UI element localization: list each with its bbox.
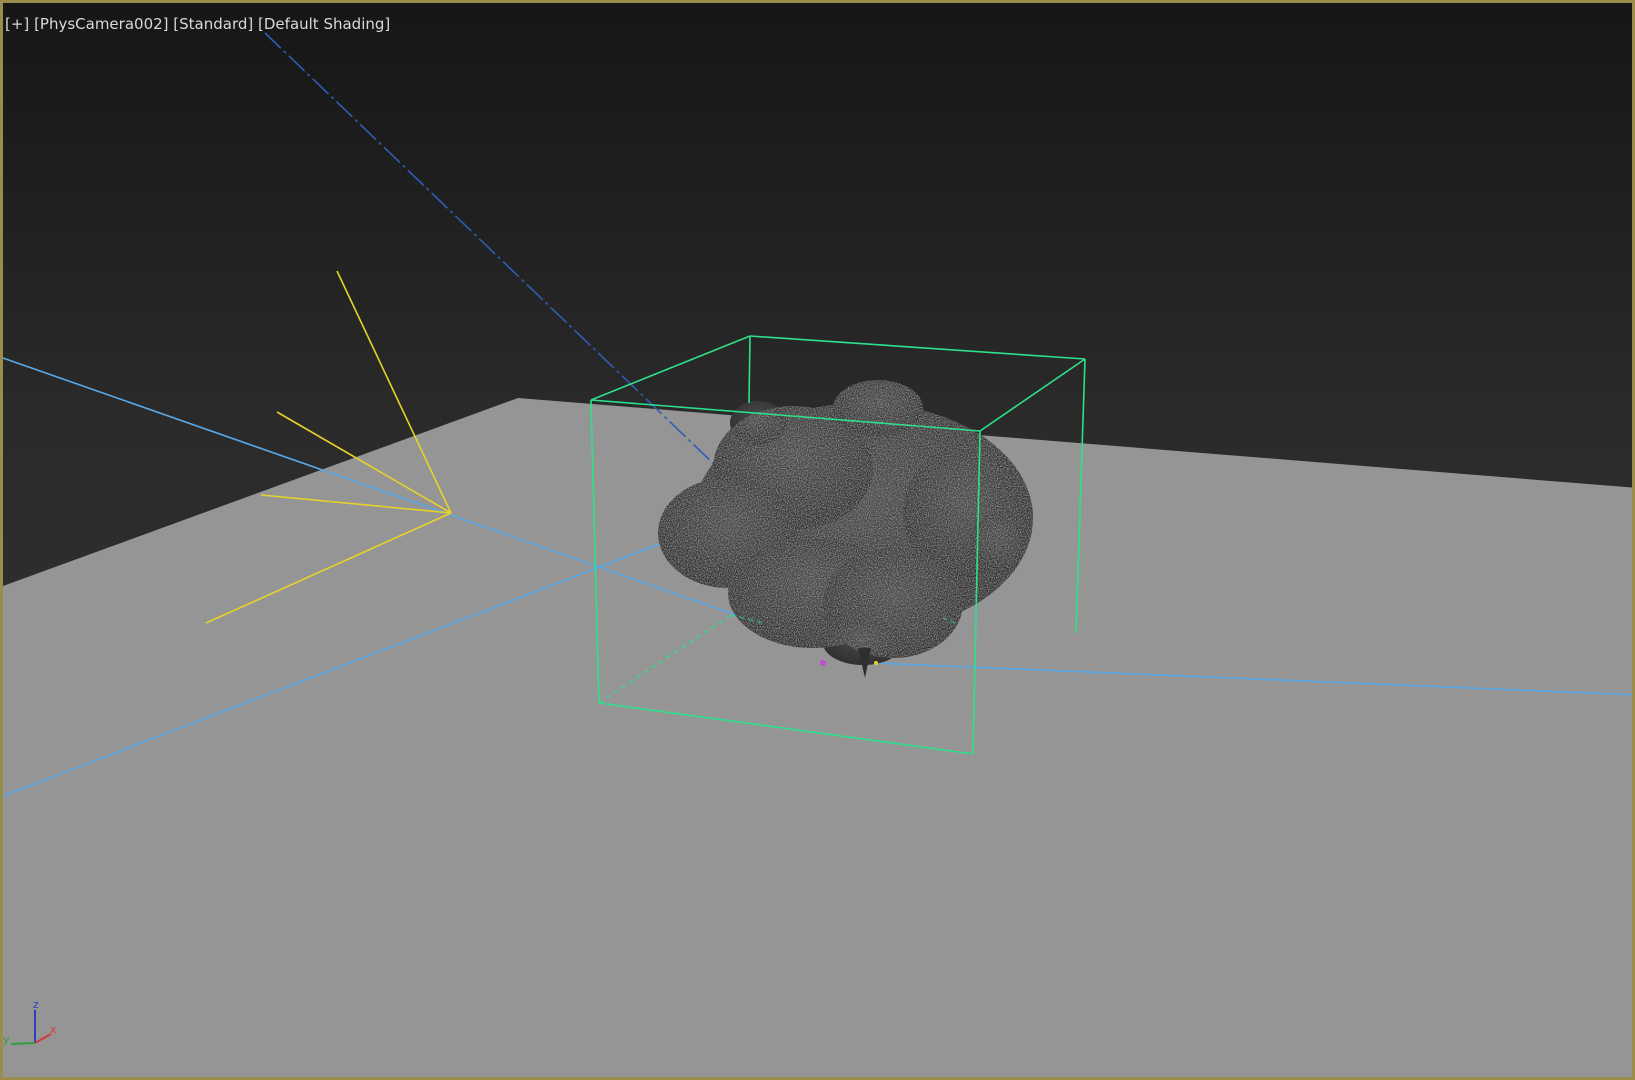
- viewport-shading-menu[interactable]: [Default Shading]: [258, 15, 390, 33]
- viewport-perspective[interactable]: [+] [PhysCamera002] [Standard] [Default …: [0, 0, 1635, 1080]
- viewport-label-bar: [+] [PhysCamera002] [Standard] [Default …: [5, 15, 390, 33]
- axis-x-label: x: [50, 1023, 57, 1036]
- viewport-camera-menu[interactable]: [PhysCamera002]: [34, 15, 168, 33]
- axis-y-label: y: [3, 1033, 10, 1046]
- camera-target-line: [264, 32, 719, 469]
- axis-gizmo-icon: z x y: [3, 998, 57, 1046]
- viewport-scene[interactable]: [3, 3, 1635, 1080]
- viewport-plus-menu[interactable]: [+]: [5, 15, 29, 33]
- viewport-mode-menu[interactable]: [Standard]: [173, 15, 253, 33]
- axis-z-label: z: [33, 998, 39, 1011]
